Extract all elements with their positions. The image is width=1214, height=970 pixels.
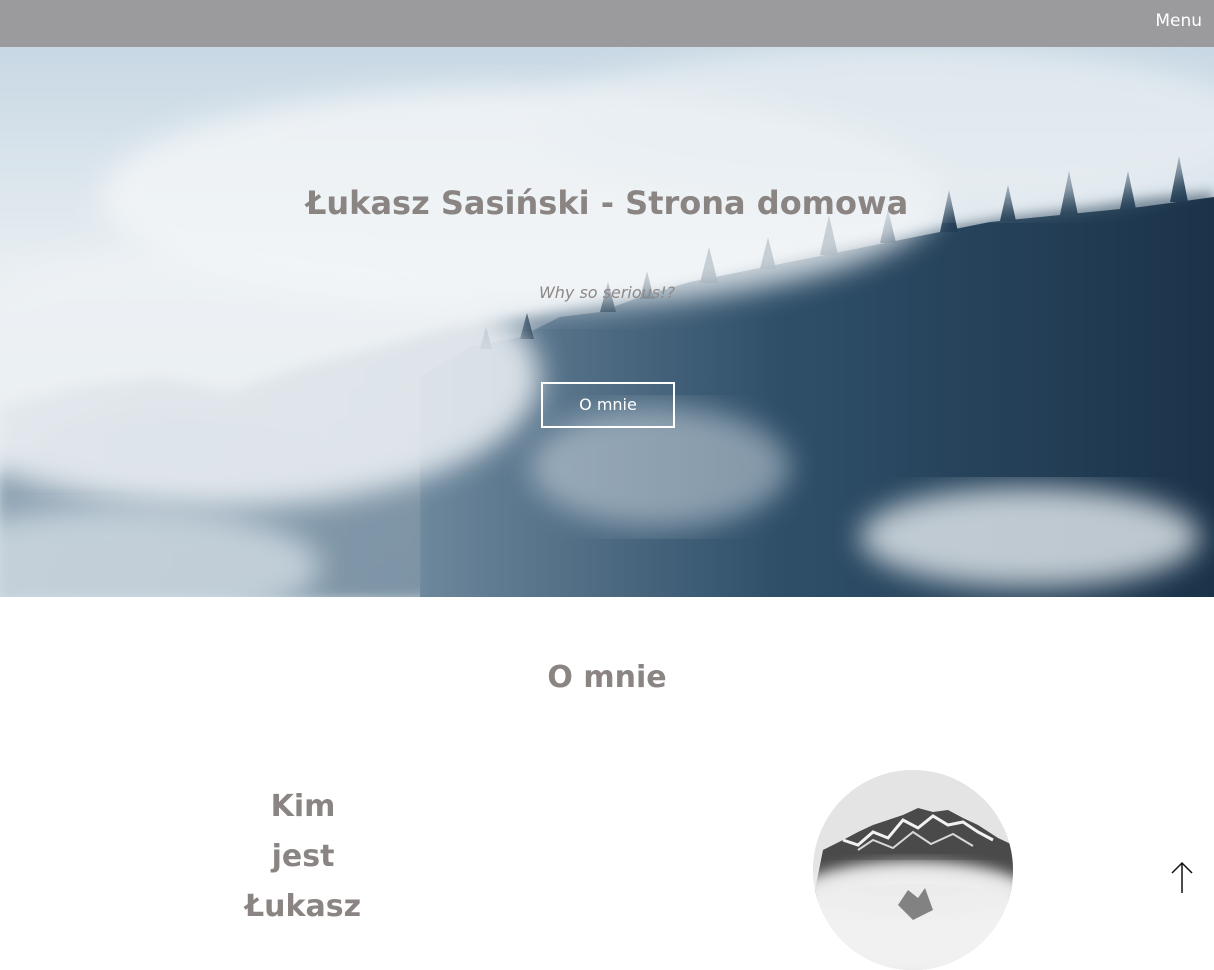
about-me-button[interactable]: O mnie <box>541 382 675 428</box>
menu-button[interactable]: Menu <box>1155 11 1202 31</box>
hero-title: Łukasz Sasiński - Strona domowa <box>305 184 909 222</box>
top-navbar: Menu <box>0 0 1214 47</box>
hero-subtitle: Why so serious!? <box>538 283 676 302</box>
hero-background-image <box>0 47 1214 597</box>
mountain-image <box>813 770 1013 970</box>
hero-section: Łukasz Sasiński - Strona domowa Why so s… <box>0 47 1214 597</box>
about-question-line: Kim <box>270 789 336 824</box>
arrow-up-icon <box>1171 861 1193 893</box>
about-question: Kim jest Łukasz <box>203 782 403 932</box>
profile-avatar-image <box>813 770 1013 970</box>
about-question-line: Łukasz <box>244 889 362 924</box>
about-section-heading: O mnie <box>547 660 667 695</box>
back-to-top-button[interactable] <box>1168 860 1196 896</box>
about-question-line: jest <box>271 839 335 874</box>
